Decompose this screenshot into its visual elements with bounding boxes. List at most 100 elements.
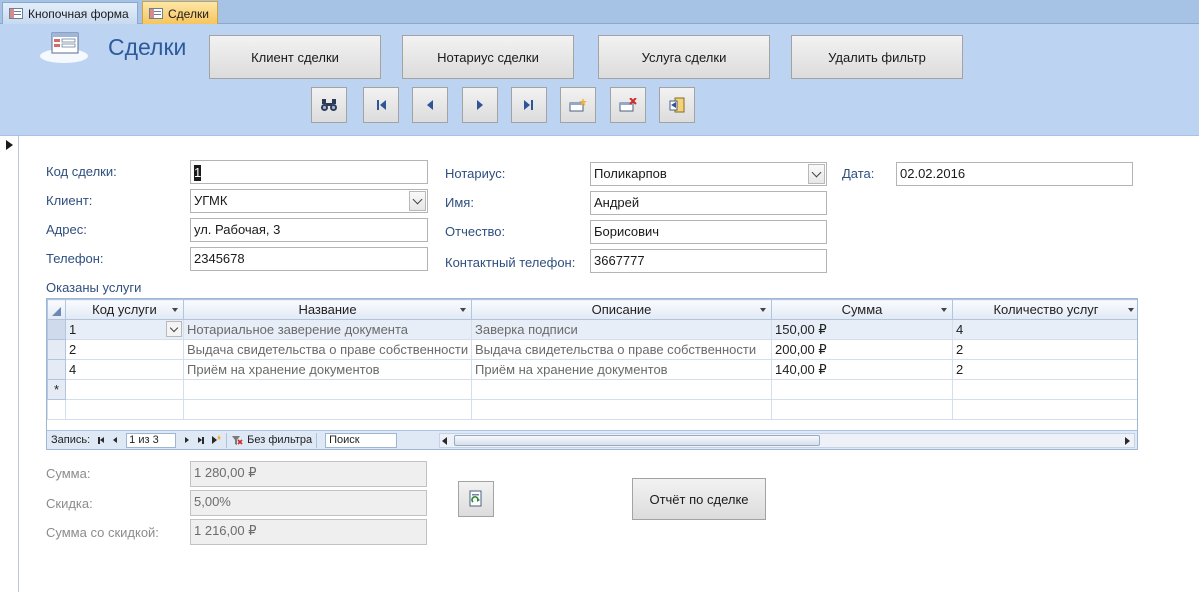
scroll-left-icon[interactable] xyxy=(442,437,447,445)
sum-cell[interactable]: 140,00 ₽ xyxy=(771,359,953,380)
new-row-cell[interactable] xyxy=(183,379,472,400)
tab-deals[interactable]: Сделки xyxy=(142,1,218,25)
notary-dropdown-button[interactable] xyxy=(808,164,825,184)
client-deal-button[interactable]: Клиент сделки xyxy=(209,35,381,79)
patronymic-field[interactable]: Борисович xyxy=(590,220,827,244)
new-record-button[interactable] xyxy=(560,87,596,123)
deal-code-field[interactable]: 1 xyxy=(190,160,428,184)
scrollbar-thumb[interactable] xyxy=(454,435,820,446)
first-record-icon xyxy=(99,437,104,443)
description-cell[interactable]: Приём на хранение документов xyxy=(471,359,772,380)
nav-separator xyxy=(316,432,318,448)
delete-record-button[interactable] xyxy=(610,87,646,123)
sub-next-record-button[interactable] xyxy=(180,432,194,448)
description-cell[interactable]: Выдача свидетельства о праве собственнос… xyxy=(471,339,772,360)
sub-first-record-button[interactable] xyxy=(94,432,108,448)
sum-cell[interactable]: 150,00 ₽ xyxy=(771,319,953,340)
service-code-dropdown-button[interactable] xyxy=(166,321,182,337)
recalculate-button[interactable] xyxy=(458,481,494,517)
column-header-label: Название xyxy=(298,302,357,317)
record-position-field[interactable]: 1 из 3 xyxy=(126,432,177,448)
close-form-button[interactable] xyxy=(659,87,695,123)
next-record-icon xyxy=(477,100,483,110)
column-header-name[interactable]: Название xyxy=(183,299,472,320)
column-header-quantity[interactable]: Количество услуг xyxy=(952,299,1137,320)
name-cell[interactable]: Выдача свидетельства о праве собственнос… xyxy=(183,339,472,360)
client-label: Клиент: xyxy=(46,193,93,208)
sub-previous-record-button[interactable] xyxy=(108,432,122,448)
quantity-cell[interactable]: 2 xyxy=(952,339,1137,360)
notary-combo[interactable]: Поликарпов xyxy=(590,162,827,186)
services-datasheet: Код услуги Название Описание Сумма Колич… xyxy=(46,298,1138,450)
previous-record-button[interactable] xyxy=(412,87,448,123)
column-header-sum[interactable]: Сумма xyxy=(771,299,953,320)
horizontal-scrollbar[interactable] xyxy=(439,433,1135,448)
phone-field[interactable]: 2345678 xyxy=(190,247,428,271)
table-row[interactable]: 4 Приём на хранение документов Приём на … xyxy=(47,359,1137,380)
row-selector[interactable] xyxy=(47,319,66,340)
name-cell[interactable]: Приём на хранение документов xyxy=(183,359,472,380)
service-deal-button[interactable]: Услуга сделки xyxy=(598,35,770,79)
column-dropdown-icon[interactable] xyxy=(172,308,178,312)
new-record-row[interactable]: * xyxy=(47,379,1137,400)
deal-report-button[interactable]: Отчёт по сделке xyxy=(632,478,766,520)
empty-cell xyxy=(952,399,1137,420)
remove-filter-button[interactable]: Удалить фильтр xyxy=(791,35,963,79)
record-nav-label: Запись: xyxy=(51,434,91,446)
select-all-corner[interactable] xyxy=(47,299,66,320)
sub-new-record-button[interactable] xyxy=(208,432,222,448)
service-code-cell[interactable]: 1 xyxy=(65,319,184,340)
table-row[interactable]: 1 Нотариальное заверение документа Завер… xyxy=(47,319,1137,340)
previous-record-icon xyxy=(427,100,433,110)
quantity-cell[interactable]: 2 xyxy=(952,359,1137,380)
first-name-label: Имя: xyxy=(445,195,474,210)
row-selector[interactable] xyxy=(47,359,66,380)
address-field[interactable]: ул. Рабочая, 3 xyxy=(190,218,428,242)
close-form-icon xyxy=(669,97,685,113)
first-name-field[interactable]: Андрей xyxy=(590,191,827,215)
column-header-description[interactable]: Описание xyxy=(471,299,772,320)
service-code-cell[interactable]: 4 xyxy=(65,359,184,380)
column-dropdown-icon[interactable] xyxy=(460,308,466,312)
row-selector[interactable] xyxy=(47,339,66,360)
last-record-button[interactable] xyxy=(511,87,547,123)
form-logo-icon xyxy=(40,32,88,63)
nav-separator xyxy=(226,432,228,448)
table-row[interactable]: 2 Выдача свидетельства о праве собственн… xyxy=(47,339,1137,360)
date-field[interactable]: 02.02.2016 xyxy=(896,162,1133,186)
column-dropdown-icon[interactable] xyxy=(941,308,947,312)
cell-value: 1 xyxy=(69,322,77,337)
tab-switchboard-form[interactable]: Кнопочная форма xyxy=(2,2,138,24)
new-row-cell[interactable] xyxy=(471,379,772,400)
address-label: Адрес: xyxy=(46,222,87,237)
phone-label: Телефон: xyxy=(46,251,104,266)
next-record-button[interactable] xyxy=(462,87,498,123)
find-record-button[interactable] xyxy=(311,87,347,123)
column-header-label: Код услуги xyxy=(92,302,157,317)
notary-value: Поликарпов xyxy=(594,166,667,181)
empty-cell xyxy=(771,399,953,420)
quantity-cell[interactable]: 4 xyxy=(952,319,1137,340)
new-row-cell[interactable] xyxy=(771,379,953,400)
next-record-icon xyxy=(185,437,190,443)
sub-last-record-button[interactable] xyxy=(194,432,208,448)
new-row-cell[interactable] xyxy=(65,379,184,400)
client-dropdown-button[interactable] xyxy=(409,191,426,211)
column-header-service-code[interactable]: Код услуги xyxy=(65,299,184,320)
scroll-right-icon[interactable] xyxy=(1125,437,1130,445)
notary-deal-button[interactable]: Нотариус сделки xyxy=(402,35,574,79)
deal-code-value: 1 xyxy=(194,164,202,181)
new-row-cell[interactable] xyxy=(952,379,1137,400)
service-code-cell[interactable]: 2 xyxy=(65,339,184,360)
sum-cell[interactable]: 200,00 ₽ xyxy=(771,339,953,360)
name-cell[interactable]: Нотариальное заверение документа xyxy=(183,319,472,340)
column-dropdown-icon[interactable] xyxy=(1128,308,1134,312)
description-cell[interactable]: Заверка подписи xyxy=(471,319,772,340)
first-record-button[interactable] xyxy=(363,87,399,123)
column-dropdown-icon[interactable] xyxy=(760,308,766,312)
client-combo[interactable]: УГМК xyxy=(190,189,428,213)
record-selector[interactable] xyxy=(0,136,19,592)
search-input[interactable]: Поиск xyxy=(325,432,398,448)
filter-toggle[interactable]: Без фильтра xyxy=(231,434,312,446)
contact-phone-field[interactable]: 3667777 xyxy=(590,249,827,273)
